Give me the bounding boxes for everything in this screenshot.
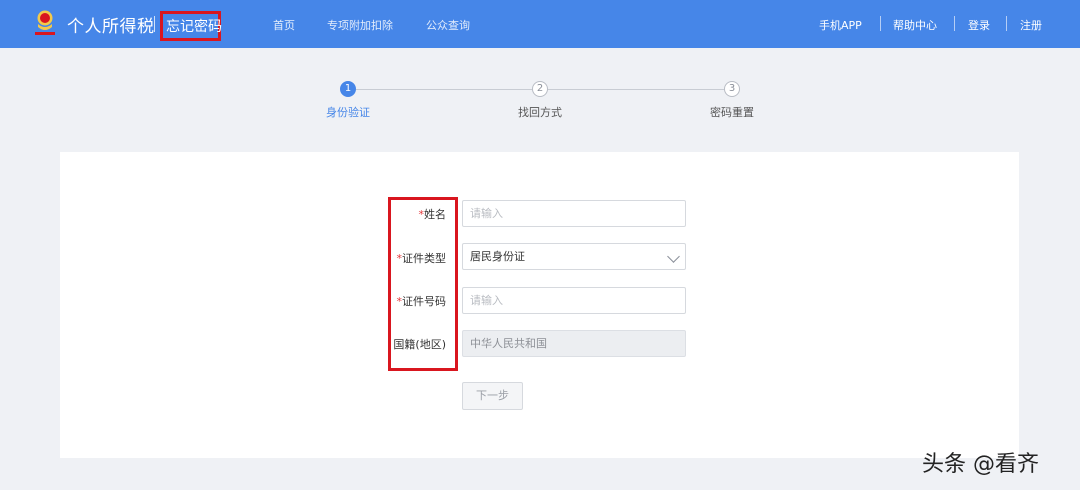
step-1-label: 身份验证 xyxy=(326,106,370,119)
step-2-label: 找回方式 xyxy=(518,106,562,119)
step-3-label: 密码重置 xyxy=(710,106,754,119)
step-1-indicator: 1 xyxy=(340,81,356,97)
link-divider xyxy=(954,16,955,31)
nav-home[interactable]: 首页 xyxy=(273,17,295,33)
name-label: *姓名 xyxy=(376,206,447,222)
page-name: 忘记密码 xyxy=(166,19,222,35)
id-number-input[interactable] xyxy=(462,287,686,314)
nationality-label: 国籍(地区) xyxy=(393,338,446,351)
step-3-indicator: 3 xyxy=(724,81,740,97)
name-input[interactable] xyxy=(462,200,686,227)
id-number-label-text: 证件号码 xyxy=(402,295,446,308)
step-2-indicator: 2 xyxy=(532,81,548,97)
nav-special-deduction[interactable]: 专项附加扣除 xyxy=(327,17,393,33)
top-navbar: 个人所得税 忘记密码 首页 专项附加扣除 公众查询 手机APP 帮助中心 登录 … xyxy=(0,0,1080,48)
next-step-button[interactable]: 下一步 xyxy=(462,382,523,410)
nav-public-query[interactable]: 公众查询 xyxy=(426,17,470,33)
nationality-field: 中华人民共和国 xyxy=(462,330,686,357)
id-type-label: *证件类型 xyxy=(376,250,447,266)
tax-emblem-icon xyxy=(35,10,55,35)
link-login[interactable]: 登录 xyxy=(968,17,990,33)
id-number-label: *证件号码 xyxy=(376,293,447,309)
link-register[interactable]: 注册 xyxy=(1020,17,1042,33)
link-mobile-app[interactable]: 手机APP xyxy=(819,17,862,33)
watermark: 头条 @看齐 xyxy=(922,452,1039,477)
link-help-center[interactable]: 帮助中心 xyxy=(893,17,937,33)
step-connector xyxy=(548,89,724,90)
step-connector xyxy=(356,89,532,90)
app-title: 个人所得税 xyxy=(67,17,155,37)
id-type-select[interactable]: 居民身份证 xyxy=(462,243,686,270)
link-divider xyxy=(880,16,881,31)
link-divider xyxy=(1006,16,1007,31)
title-divider xyxy=(154,16,155,32)
id-type-label-text: 证件类型 xyxy=(402,252,446,265)
name-label-text: 姓名 xyxy=(424,208,446,221)
